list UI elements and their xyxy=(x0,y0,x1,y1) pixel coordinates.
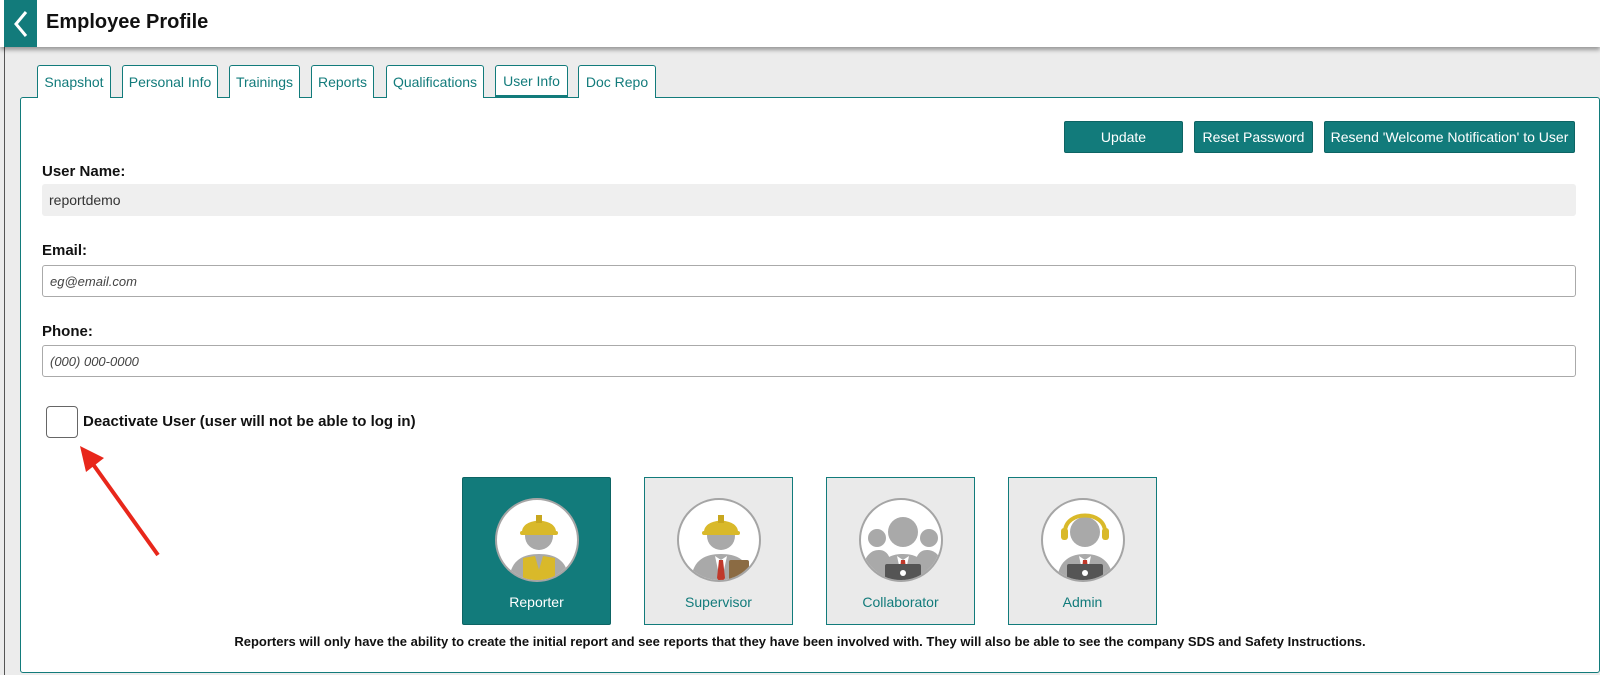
collaborator-avatar-icon xyxy=(859,498,943,582)
update-button[interactable]: Update xyxy=(1064,121,1183,153)
admin-avatar-icon xyxy=(1041,498,1125,582)
chevron-left-icon xyxy=(13,10,27,37)
role-card-reporter[interactable]: Reporter xyxy=(462,477,611,625)
tab-reports[interactable]: Reports xyxy=(311,65,374,98)
phone-field[interactable] xyxy=(42,345,1576,377)
tab-personal-info[interactable]: Personal Info xyxy=(122,65,218,98)
left-divider xyxy=(4,47,5,675)
back-button[interactable] xyxy=(4,0,37,47)
role-label-reporter: Reporter xyxy=(509,594,564,610)
tab-user-info[interactable]: User Info xyxy=(495,65,568,98)
role-card-admin[interactable]: Admin xyxy=(1008,477,1157,625)
role-card-supervisor[interactable]: Supervisor xyxy=(644,477,793,625)
reporter-avatar-icon xyxy=(495,498,579,582)
email-label: Email: xyxy=(42,242,88,259)
tab-qualifications[interactable]: Qualifications xyxy=(386,65,484,98)
deactivate-label: Deactivate User (user will not be able t… xyxy=(83,413,416,430)
red-arrow-annotation xyxy=(80,446,160,557)
tab-snapshot[interactable]: Snapshot xyxy=(37,65,111,98)
phone-label: Phone: xyxy=(42,323,93,340)
role-label-collaborator: Collaborator xyxy=(862,594,939,610)
email-field[interactable] xyxy=(42,265,1576,297)
role-label-supervisor: Supervisor xyxy=(685,594,752,610)
role-description: Reporters will only have the ability to … xyxy=(234,634,1366,649)
username-value: reportdemo xyxy=(42,184,1576,216)
page-title: Employee Profile xyxy=(46,11,209,33)
top-bar: Employee Profile xyxy=(0,0,1600,47)
role-card-collaborator[interactable]: Collaborator xyxy=(826,477,975,625)
tab-trainings[interactable]: Trainings xyxy=(229,65,300,98)
role-label-admin: Admin xyxy=(1062,594,1103,610)
deactivate-checkbox[interactable] xyxy=(46,406,78,438)
supervisor-avatar-icon xyxy=(677,498,761,582)
resend-welcome-button[interactable]: Resend 'Welcome Notification' to User xyxy=(1324,121,1575,153)
username-label: User Name: xyxy=(42,163,126,180)
tab-doc-repo[interactable]: Doc Repo xyxy=(578,65,656,98)
reset-password-button[interactable]: Reset Password xyxy=(1194,121,1313,153)
